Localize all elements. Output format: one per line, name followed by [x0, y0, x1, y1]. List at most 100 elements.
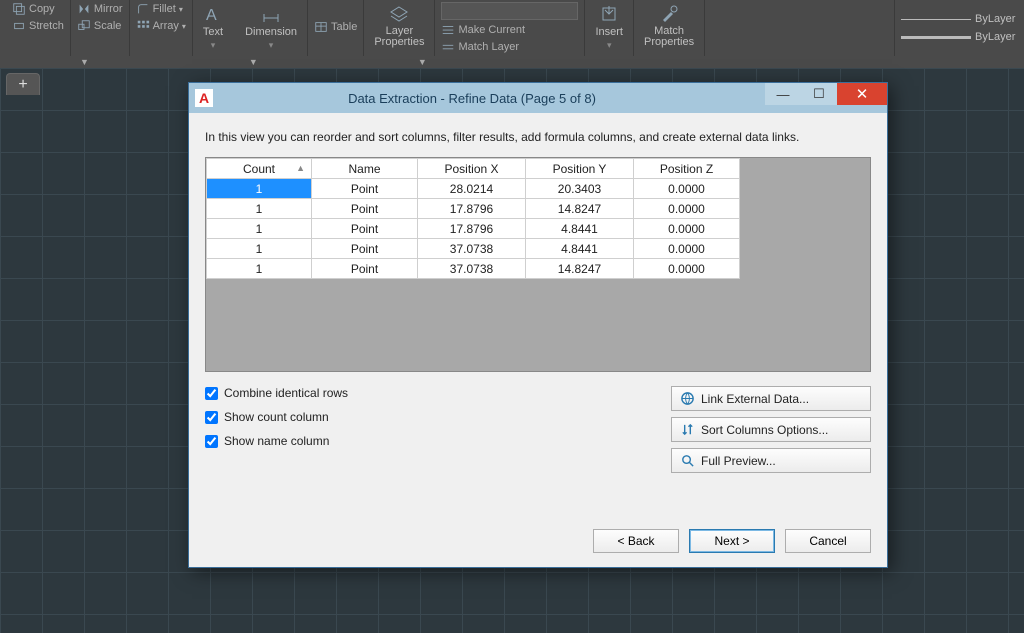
- minimize-button[interactable]: —: [765, 83, 801, 105]
- cell-name[interactable]: Point: [312, 219, 418, 239]
- cell-pz[interactable]: 0.0000: [634, 179, 740, 199]
- cell-name[interactable]: Point: [312, 239, 418, 259]
- chevron-down-icon[interactable]: ▼: [418, 57, 427, 67]
- ribbon-copy[interactable]: Copy: [12, 2, 64, 16]
- ribbon-table[interactable]: Table: [314, 20, 357, 34]
- cell-px[interactable]: 37.0738: [418, 239, 526, 259]
- ribbon-layer-props-label: Layer Properties: [374, 26, 424, 48]
- cell-pz[interactable]: 0.0000: [634, 199, 740, 219]
- cell-pz[interactable]: 0.0000: [634, 219, 740, 239]
- cell-py[interactable]: 14.8247: [526, 259, 634, 279]
- ribbon-mirror-label: Mirror: [94, 3, 123, 16]
- ribbon-make-current-label: Make Current: [458, 24, 525, 37]
- ribbon-make-current[interactable]: Make Current: [441, 23, 578, 37]
- ribbon-fillet[interactable]: Fillet ▾: [136, 2, 186, 16]
- col-header-position-y[interactable]: Position Y: [526, 159, 634, 179]
- cell-px[interactable]: 37.0738: [418, 259, 526, 279]
- maximize-button[interactable]: ☐: [801, 83, 837, 105]
- cell-px[interactable]: 17.8796: [418, 199, 526, 219]
- ribbon-dimension-label: Dimension: [245, 26, 297, 38]
- show-count-checkbox[interactable]: Show count column: [205, 410, 653, 424]
- col-header-count[interactable]: Count ▲: [207, 159, 312, 179]
- cell-py[interactable]: 4.8441: [526, 239, 634, 259]
- show-count-label: Show count column: [224, 410, 329, 424]
- cell-count[interactable]: 1: [207, 259, 312, 279]
- chevron-down-icon[interactable]: ▼: [249, 57, 258, 67]
- ribbon-text[interactable]: AText▾: [199, 2, 227, 53]
- ribbon-scale[interactable]: Scale: [77, 19, 123, 33]
- show-name-checkbox[interactable]: Show name column: [205, 434, 653, 448]
- close-button[interactable]: ✕: [837, 83, 887, 105]
- file-tabs: +: [0, 72, 40, 96]
- bylayer-linetype[interactable]: ByLayer: [901, 13, 1018, 25]
- cell-count[interactable]: 1: [207, 239, 312, 259]
- data-table[interactable]: Count ▲ Name Position X Position Y Positi…: [206, 158, 740, 279]
- col-header-count-label: Count: [243, 162, 275, 176]
- table-row[interactable]: 1 Point 37.0738 4.8441 0.0000: [207, 239, 740, 259]
- new-tab-button[interactable]: +: [6, 73, 40, 95]
- data-extraction-dialog: A Data Extraction - Refine Data (Page 5 …: [188, 82, 888, 568]
- cell-py[interactable]: 4.8441: [526, 219, 634, 239]
- col-header-position-x[interactable]: Position X: [418, 159, 526, 179]
- ribbon-array[interactable]: Array ▾: [136, 19, 186, 33]
- col-header-position-z[interactable]: Position Z: [634, 159, 740, 179]
- full-preview-label: Full Preview...: [701, 454, 776, 468]
- cell-count[interactable]: 1: [207, 219, 312, 239]
- ribbon-mirror[interactable]: Mirror: [77, 2, 123, 16]
- cell-count[interactable]: 1: [207, 179, 312, 199]
- table-row[interactable]: 1 Point 37.0738 14.8247 0.0000: [207, 259, 740, 279]
- table-row[interactable]: 1 Point 17.8796 14.8247 0.0000: [207, 199, 740, 219]
- col-header-name[interactable]: Name: [312, 159, 418, 179]
- cell-pz[interactable]: 0.0000: [634, 239, 740, 259]
- dialog-footer: < Back Next > Cancel: [189, 529, 887, 567]
- cell-px[interactable]: 28.0214: [418, 179, 526, 199]
- chevron-down-icon[interactable]: ▼: [80, 57, 89, 67]
- next-label: Next >: [714, 534, 749, 548]
- ribbon-stretch-label: Stretch: [29, 20, 64, 33]
- cell-pz[interactable]: 0.0000: [634, 259, 740, 279]
- combine-rows-input[interactable]: [205, 387, 218, 400]
- table-row[interactable]: 1 Point 17.8796 4.8441 0.0000: [207, 219, 740, 239]
- bylayer-panel: ByLayer ByLayer: [894, 0, 1024, 56]
- full-preview-button[interactable]: Full Preview...: [671, 448, 871, 473]
- ribbon-table-label: Table: [331, 21, 357, 34]
- show-name-input[interactable]: [205, 435, 218, 448]
- ribbon-match-props-label: Match Properties: [644, 26, 694, 48]
- ribbon-fillet-label: Fillet: [153, 3, 176, 16]
- show-count-input[interactable]: [205, 411, 218, 424]
- cell-name[interactable]: Point: [312, 259, 418, 279]
- sort-asc-icon: ▲: [296, 163, 305, 173]
- ribbon-stretch[interactable]: Stretch: [12, 19, 64, 33]
- dialog-titlebar[interactable]: A Data Extraction - Refine Data (Page 5 …: [189, 83, 887, 113]
- autocad-icon: A: [195, 89, 213, 107]
- data-grid-panel: Count ▲ Name Position X Position Y Positi…: [205, 157, 871, 372]
- ribbon-insert[interactable]: Insert▾: [591, 2, 627, 53]
- ribbon-scale-label: Scale: [94, 20, 122, 33]
- layer-dropdown[interactable]: [441, 2, 578, 20]
- sort-columns-button[interactable]: Sort Columns Options...: [671, 417, 871, 442]
- ribbon-layer-properties[interactable]: Layer Properties: [370, 2, 428, 50]
- cell-px[interactable]: 17.8796: [418, 219, 526, 239]
- link-icon: [680, 391, 695, 406]
- show-name-label: Show name column: [224, 434, 329, 448]
- preview-icon: [680, 453, 695, 468]
- sort-columns-label: Sort Columns Options...: [701, 423, 828, 437]
- back-button[interactable]: < Back: [593, 529, 679, 553]
- next-button[interactable]: Next >: [689, 529, 775, 553]
- cancel-button[interactable]: Cancel: [785, 529, 871, 553]
- ribbon-dimension[interactable]: Dimension▾: [241, 2, 301, 53]
- link-external-data-button[interactable]: Link External Data...: [671, 386, 871, 411]
- table-row[interactable]: 1 Point 28.0214 20.3403 0.0000: [207, 179, 740, 199]
- bylayer-label-1: ByLayer: [975, 13, 1015, 25]
- cell-count[interactable]: 1: [207, 199, 312, 219]
- cell-name[interactable]: Point: [312, 199, 418, 219]
- combine-rows-checkbox[interactable]: Combine identical rows: [205, 386, 653, 400]
- table-header-row[interactable]: Count ▲ Name Position X Position Y Positi…: [207, 159, 740, 179]
- ribbon-expander-bar: ▼ ▼ ▼: [0, 56, 1024, 68]
- ribbon-match-layer[interactable]: Match Layer: [441, 40, 578, 54]
- ribbon-match-properties[interactable]: Match Properties: [640, 2, 698, 50]
- cell-py[interactable]: 20.3403: [526, 179, 634, 199]
- cell-name[interactable]: Point: [312, 179, 418, 199]
- cell-py[interactable]: 14.8247: [526, 199, 634, 219]
- bylayer-lineweight[interactable]: ByLayer: [901, 31, 1018, 43]
